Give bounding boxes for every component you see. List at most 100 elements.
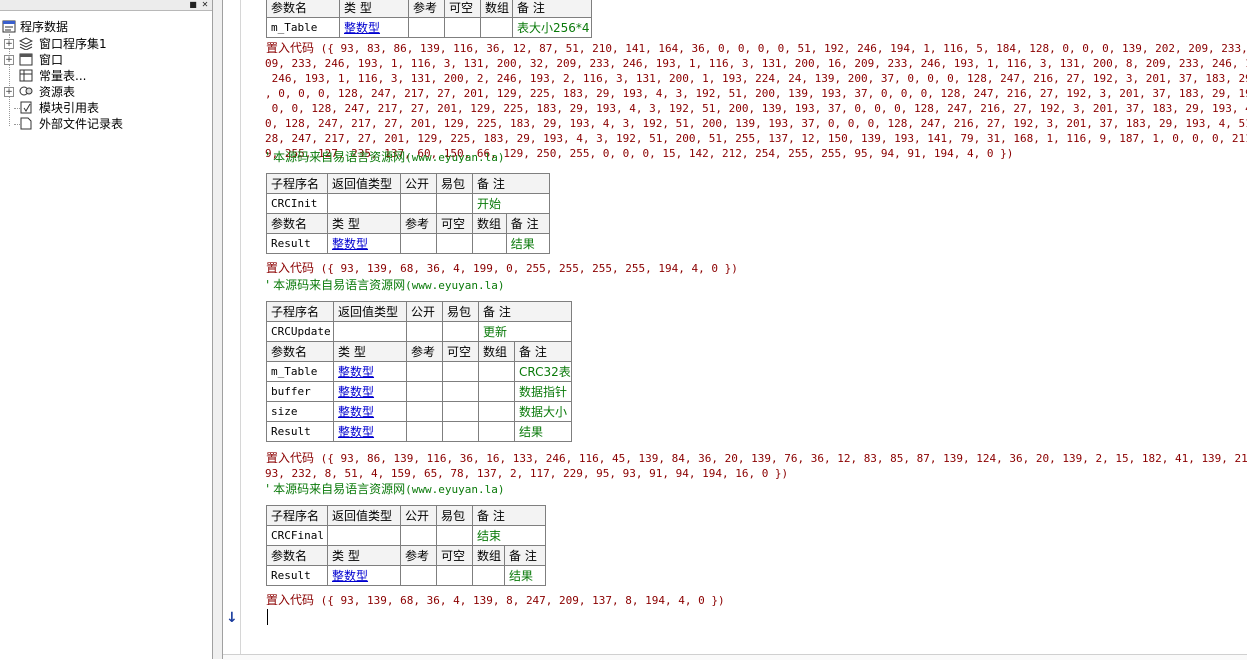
tree-item-constants[interactable]: 常量表...: [4, 68, 204, 84]
sub-name-cell[interactable]: CRCInit: [266, 193, 328, 214]
param-ref-cell[interactable]: [400, 565, 437, 586]
sub-name-cell[interactable]: CRCUpdate: [266, 321, 334, 342]
table-row: buffer 整数型 数据指针: [266, 381, 572, 402]
sub-note-cell[interactable]: 更新: [478, 321, 572, 342]
header-note: 备 注: [478, 301, 572, 322]
expand-plus-icon[interactable]: +: [4, 39, 14, 49]
param-array-cell[interactable]: [478, 401, 515, 422]
param-array-cell[interactable]: [480, 17, 513, 38]
header-param: 参数名: [266, 341, 334, 362]
table-row: m_Table 整数型 CRC32表: [266, 361, 572, 382]
param-note-cell[interactable]: 数据指针: [514, 381, 572, 402]
sub-ret-cell[interactable]: [327, 525, 401, 546]
param-name-cell[interactable]: Result: [266, 565, 328, 586]
param-ref-cell[interactable]: [406, 421, 443, 442]
param-array-cell[interactable]: [478, 381, 515, 402]
tree-item-module-references[interactable]: 模块引用表: [4, 100, 204, 116]
source-comment[interactable]: ' 本源码来自易语言资源网(www.eyuyan.la): [266, 482, 504, 497]
header-sub: 子程序名: [266, 173, 328, 194]
param-ref-cell[interactable]: [406, 361, 443, 382]
sub-pub-cell[interactable]: [400, 525, 437, 546]
header-pub: 公开: [400, 505, 437, 526]
embedded-code-block[interactable]: 置入代码 ({ 93, 139, 68, 36, 4, 199, 0, 255,…: [266, 261, 738, 276]
tree-item-resources[interactable]: + 资源表: [4, 84, 204, 100]
panel-splitter[interactable]: [213, 0, 223, 659]
close-panel-button[interactable]: ✕: [200, 0, 210, 9]
param-type-cell[interactable]: 整数型: [339, 17, 409, 38]
header-easy: 易包: [442, 301, 479, 322]
embedded-code-block[interactable]: 置入代码 ({ 93, 139, 68, 36, 4, 139, 8, 247,…: [266, 593, 725, 608]
param-note-cell[interactable]: CRC32表: [514, 361, 572, 382]
tree-item-window-assembly[interactable]: + 窗口程序集1: [4, 36, 204, 52]
param-ref-cell[interactable]: [400, 233, 437, 254]
sub-easy-cell[interactable]: [436, 525, 473, 546]
param-array-cell[interactable]: [478, 361, 515, 382]
pin-icon[interactable]: ■: [188, 0, 198, 9]
param-type-cell[interactable]: 整数型: [333, 421, 407, 442]
param-note-cell[interactable]: 数据大小: [514, 401, 572, 422]
code-editor[interactable]: 参数名 类 型 参考 可空 数组 备 注 m_Table 整数型 表大小256*…: [241, 0, 1247, 659]
param-note-cell[interactable]: 表大小256*4: [512, 17, 592, 38]
param-type-cell[interactable]: 整数型: [333, 401, 407, 422]
horizontal-scrollbar[interactable]: [223, 654, 1247, 660]
param-name-cell[interactable]: Result: [266, 233, 328, 254]
header-ref: 参考: [400, 213, 437, 234]
param-type-cell[interactable]: 整数型: [333, 361, 407, 382]
param-nullable-cell[interactable]: [442, 401, 479, 422]
sub-easy-cell[interactable]: [436, 193, 473, 214]
sub-table-crcupdate: 子程序名 返回值类型 公开 易包 备 注 CRCUpdate 更新 参数名 类 …: [266, 301, 572, 442]
code-line: 93, 232, 8, 51, 4, 159, 65, 78, 137, 2, …: [265, 467, 789, 480]
param-type-cell[interactable]: 整数型: [333, 381, 407, 402]
header-note: 备 注: [504, 545, 546, 566]
param-note-cell[interactable]: 结果: [504, 565, 546, 586]
tree-item-root[interactable]: 程序数据: [2, 19, 202, 35]
header-nullable: 可空: [444, 0, 481, 18]
param-nullable-cell[interactable]: [442, 381, 479, 402]
code-line: ({ 93, 83, 86, 139, 116, 36, 12, 87, 51,…: [320, 42, 1247, 55]
tree-item-window[interactable]: + 窗口: [4, 52, 204, 68]
param-note-cell[interactable]: 结果: [514, 421, 572, 442]
param-name-cell[interactable]: size: [266, 401, 334, 422]
embedded-code-block[interactable]: 置入代码 ({ 93, 86, 139, 116, 36, 16, 133, 2…: [266, 451, 1247, 466]
sub-pub-cell[interactable]: [400, 193, 437, 214]
table-row: size 整数型 数据大小: [266, 401, 572, 422]
param-nullable-cell[interactable]: [442, 361, 479, 382]
constant-table-icon: [19, 69, 33, 82]
tree-item-external-files[interactable]: 外部文件记录表: [4, 116, 204, 132]
sub-name-cell[interactable]: CRCFinal: [266, 525, 328, 546]
param-nullable-cell[interactable]: [436, 565, 473, 586]
resource-icon: [19, 86, 33, 96]
param-array-cell[interactable]: [472, 565, 505, 586]
sub-easy-cell[interactable]: [442, 321, 479, 342]
param-array-cell[interactable]: [472, 233, 507, 254]
sub-note-cell[interactable]: 结束: [472, 525, 546, 546]
sub-ret-cell[interactable]: [333, 321, 407, 342]
sub-pub-cell[interactable]: [406, 321, 443, 342]
code-line: 0, 128, 247, 217, 27, 201, 129, 225, 183…: [265, 117, 1247, 130]
param-type-cell[interactable]: 整数型: [327, 565, 401, 586]
expand-plus-icon[interactable]: +: [4, 87, 14, 97]
header-type: 类 型: [339, 0, 409, 18]
param-ref-cell[interactable]: [406, 401, 443, 422]
sub-ret-cell[interactable]: [327, 193, 401, 214]
param-type-cell[interactable]: 整数型: [327, 233, 401, 254]
param-nullable-cell[interactable]: [436, 233, 473, 254]
expand-plus-icon[interactable]: +: [4, 55, 14, 65]
embedded-code-block[interactable]: 置入代码 ({ 93, 83, 86, 139, 116, 36, 12, 87…: [266, 41, 1247, 56]
param-array-cell[interactable]: [478, 421, 515, 442]
param-name-cell[interactable]: Result: [266, 421, 334, 442]
param-name-cell[interactable]: m_Table: [266, 361, 334, 382]
param-name-cell[interactable]: buffer: [266, 381, 334, 402]
source-comment[interactable]: ' 本源码来自易语言资源网(www.eyuyan.la): [266, 150, 504, 165]
param-ref-cell[interactable]: [408, 17, 445, 38]
param-nullable-cell[interactable]: [442, 421, 479, 442]
param-ref-cell[interactable]: [406, 381, 443, 402]
header-array: 数组: [480, 0, 513, 18]
tree-item-label: 模块引用表: [39, 101, 100, 115]
param-note-cell[interactable]: 结果: [505, 233, 551, 254]
param-name-cell[interactable]: m_Table: [266, 17, 340, 38]
header-ref: 参考: [408, 0, 445, 18]
param-nullable-cell[interactable]: [444, 17, 481, 38]
sub-note-cell[interactable]: 开始: [472, 193, 550, 214]
source-comment[interactable]: ' 本源码来自易语言资源网(www.eyuyan.la): [266, 278, 504, 293]
